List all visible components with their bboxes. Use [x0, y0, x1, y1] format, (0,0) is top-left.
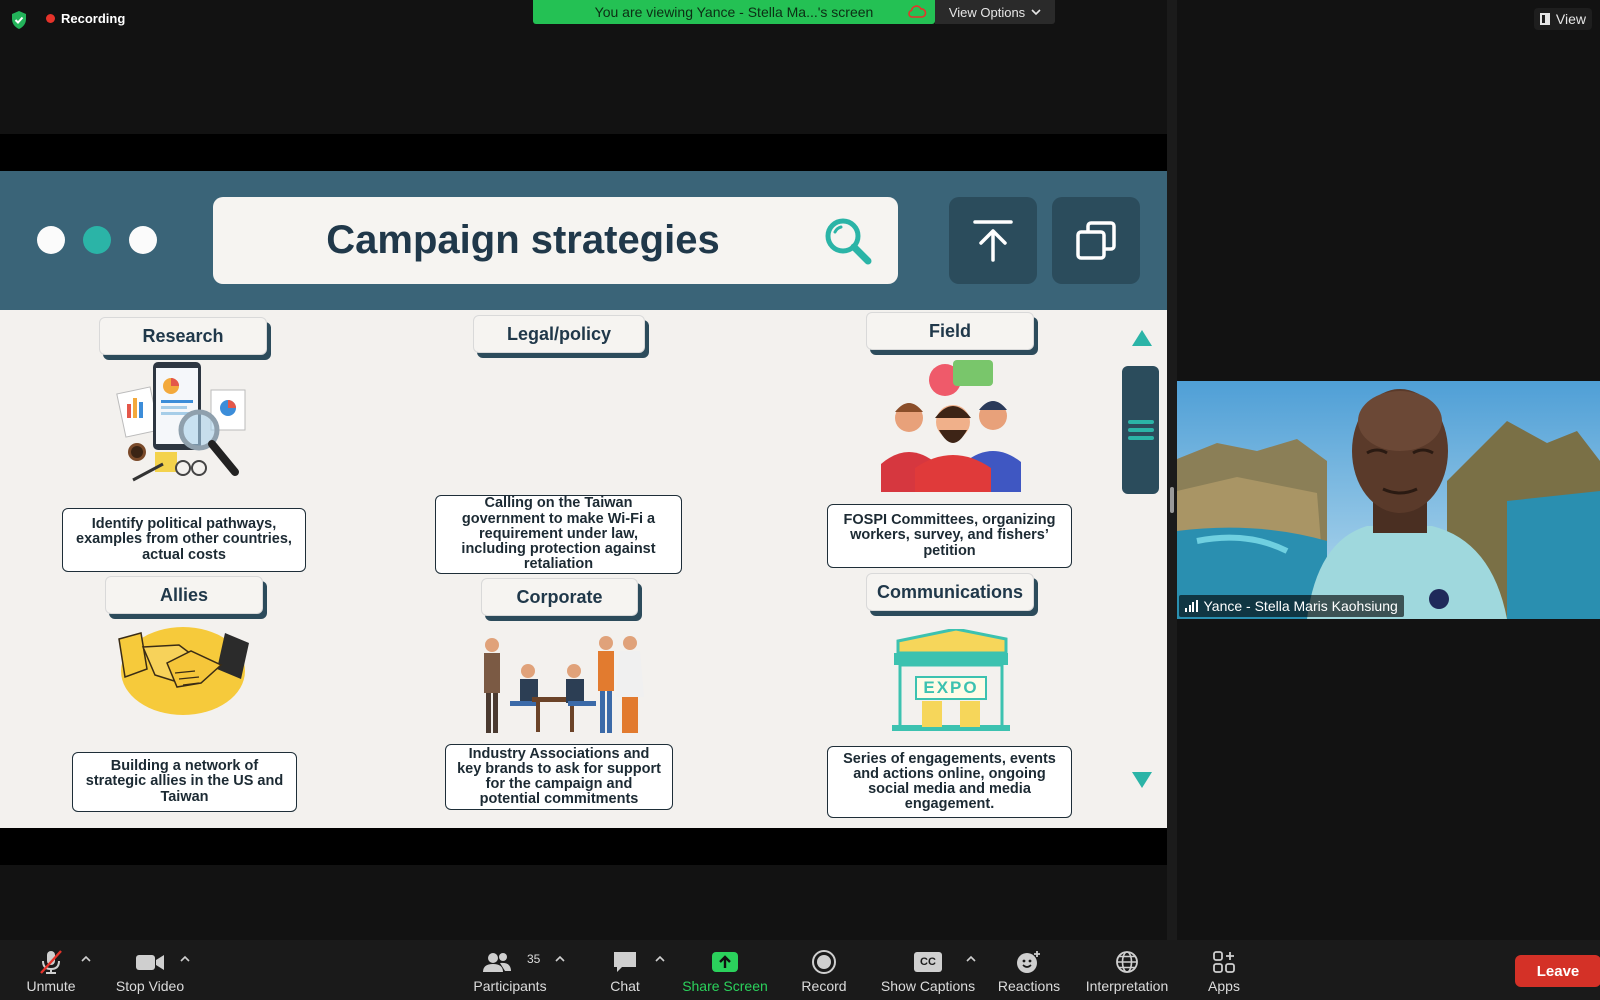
shared-screen: Campaign strategies Research Identify po…	[0, 134, 1167, 865]
dot-icon	[129, 226, 157, 254]
captions-icon: CC	[914, 952, 942, 972]
security-shield-icon[interactable]	[10, 10, 28, 30]
reactions-button[interactable]: Reactions	[997, 940, 1061, 1000]
participant-video-feed	[1177, 381, 1600, 619]
video-options-chevron-icon[interactable]	[180, 954, 190, 964]
expo-building-illustration: EXPO	[888, 629, 1012, 733]
section-label-communications: Communications	[866, 573, 1034, 611]
dot-icon	[37, 226, 65, 254]
participants-button[interactable]: Participants	[470, 940, 550, 1000]
section-label-allies: Allies	[105, 576, 263, 614]
presentation-slide: Campaign strategies Research Identify po…	[0, 171, 1167, 828]
chevron-down-icon	[1031, 9, 1041, 16]
section-desc-field: FOSPI Committees, organizing workers, su…	[827, 504, 1072, 568]
meeting-toolbar: Unmute Stop Video Participants 35 Chat S…	[0, 940, 1600, 1000]
share-screen-button[interactable]: Share Screen	[682, 940, 768, 1000]
captions-options-chevron-icon[interactable]	[966, 954, 976, 964]
stop-video-button[interactable]: Stop Video	[112, 940, 188, 1000]
participant-name: Yance - Stella Maris Kaohsiung	[1203, 598, 1398, 614]
section-desc-research: Identify political pathways, examples fr…	[62, 508, 306, 572]
recording-dot-icon	[46, 14, 55, 23]
search-icon	[825, 218, 872, 265]
section-desc-communications: Series of engagements, events and action…	[827, 746, 1072, 818]
zoom-meeting-window: Recording You are viewing Yance - Stella…	[0, 0, 1600, 1000]
record-button[interactable]: Record	[799, 940, 849, 1000]
share-screen-label: Share Screen	[682, 978, 768, 994]
chat-options-chevron-icon[interactable]	[655, 954, 665, 964]
section-label-field: Field	[866, 312, 1034, 350]
section-desc-allies: Building a network of strategic allies i…	[72, 752, 297, 812]
slide-scroll-thumb	[1122, 366, 1159, 494]
reactions-label: Reactions	[997, 978, 1061, 994]
copy-icon	[1076, 220, 1116, 260]
view-options-label: View Options	[948, 4, 1026, 20]
menu-lines-icon	[1127, 420, 1154, 440]
resize-handle[interactable]	[1170, 487, 1174, 513]
globe-icon	[1116, 951, 1138, 973]
chat-button[interactable]: Chat	[606, 940, 644, 1000]
panel-divider[interactable]	[1167, 0, 1177, 940]
video-camera-icon	[136, 955, 164, 970]
dot-icon	[83, 226, 111, 254]
section-desc-legal-policy: Calling on the Taiwan government to make…	[435, 495, 682, 574]
recording-indicator[interactable]: Recording	[46, 11, 125, 26]
participants-count: 35	[527, 952, 541, 966]
interpretation-button[interactable]: Interpretation	[1081, 940, 1173, 1000]
participant-video-tile[interactable]: Yance - Stella Maris Kaohsiung	[1177, 381, 1600, 619]
chat-bubble-icon	[614, 952, 636, 972]
unmute-button[interactable]: Unmute	[18, 940, 84, 1000]
leave-button[interactable]: Leave	[1515, 955, 1600, 987]
apps-label: Apps	[1208, 978, 1240, 994]
business-meeting-illustration	[484, 636, 644, 733]
upload-icon	[973, 219, 1013, 262]
field-people-illustration	[881, 360, 1021, 492]
signal-strength-icon	[1185, 600, 1198, 612]
slide-title: Campaign strategies	[326, 218, 720, 262]
view-options-menu[interactable]: View Options	[935, 0, 1055, 24]
show-captions-button[interactable]: CC Show Captions	[880, 940, 976, 1000]
share-screen-icon	[712, 952, 738, 972]
research-illustration	[116, 362, 246, 482]
record-label: Record	[801, 978, 847, 994]
stop-video-label: Stop Video	[115, 978, 185, 994]
participants-options-chevron-icon[interactable]	[555, 954, 565, 964]
expo-sign-text: EXPO	[923, 678, 979, 697]
show-captions-label: Show Captions	[880, 978, 976, 994]
interpretation-label: Interpretation	[1085, 978, 1169, 994]
view-layout-button[interactable]: View	[1533, 8, 1592, 30]
handshake-illustration	[118, 627, 249, 715]
viewing-screen-banner: You are viewing Yance - Stella Ma...'s s…	[533, 0, 935, 24]
unmute-label: Unmute	[26, 978, 76, 994]
section-label-research: Research	[99, 317, 267, 355]
microphone-muted-icon	[40, 950, 62, 974]
triangle-up-icon	[1132, 330, 1152, 346]
participants-label: Participants	[473, 978, 547, 994]
view-button-label: View	[1555, 11, 1586, 27]
upload-icon-tile	[949, 197, 1037, 284]
slide-title-box: Campaign strategies	[213, 197, 898, 284]
slide-header: Campaign strategies	[0, 171, 1167, 310]
copy-icon-tile	[1052, 197, 1140, 284]
participants-icon	[483, 953, 511, 972]
cloud-recording-icon	[908, 5, 927, 18]
layout-icon	[1539, 13, 1550, 25]
triangle-down-icon	[1132, 772, 1152, 788]
apps-grid-icon	[1213, 951, 1235, 973]
viewing-banner-text: You are viewing Yance - Stella Ma...'s s…	[594, 4, 874, 20]
section-label-corporate: Corporate	[481, 578, 638, 616]
participant-name-tag: Yance - Stella Maris Kaohsiung	[1179, 595, 1404, 617]
recording-label: Recording	[61, 11, 126, 26]
record-icon	[812, 950, 836, 974]
section-desc-corporate: Industry Associations and key brands to …	[445, 744, 673, 810]
chat-label: Chat	[610, 978, 640, 994]
section-label-legal-policy: Legal/policy	[473, 315, 645, 353]
audio-options-chevron-icon[interactable]	[81, 954, 91, 964]
window-dots	[37, 226, 157, 254]
apps-button[interactable]: Apps	[1204, 940, 1244, 1000]
reactions-smiley-icon	[1017, 951, 1040, 973]
